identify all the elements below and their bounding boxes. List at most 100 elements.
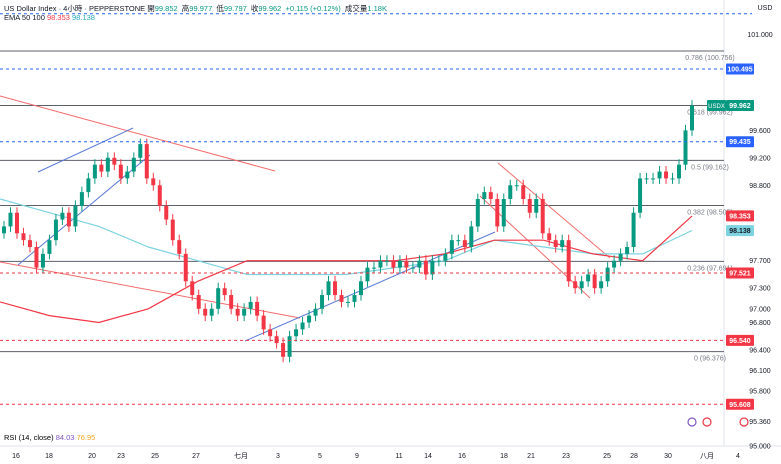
candle-body[interactable] (404, 260, 409, 268)
candle-body[interactable] (573, 281, 578, 289)
candle-body[interactable] (430, 260, 435, 275)
candle-body[interactable] (346, 301, 350, 303)
candle-body[interactable] (566, 240, 571, 282)
candle-body[interactable] (352, 295, 357, 302)
candle-body[interactable] (417, 260, 422, 268)
candle-body[interactable] (281, 343, 286, 357)
candle-body[interactable] (527, 198, 532, 213)
candle-body[interactable] (14, 212, 19, 234)
candle-body[interactable] (177, 240, 182, 254)
candle-body[interactable] (579, 281, 584, 289)
candle-body[interactable] (261, 315, 266, 330)
candle-body[interactable] (118, 164, 123, 179)
candle-body[interactable] (294, 329, 299, 337)
candle-body[interactable] (170, 219, 175, 241)
candle-body[interactable] (248, 301, 253, 309)
candle-body[interactable] (339, 295, 344, 302)
candle-body[interactable] (521, 185, 526, 199)
candle-body[interactable] (599, 281, 604, 289)
candle-body[interactable] (469, 226, 474, 248)
candle-body[interactable] (40, 253, 45, 268)
candle-body[interactable] (560, 240, 565, 248)
candle-body[interactable] (268, 329, 273, 337)
candle-body[interactable] (553, 240, 558, 248)
candle-body[interactable] (274, 336, 279, 344)
candle-body[interactable] (86, 178, 91, 193)
candle-body[interactable] (216, 288, 221, 309)
candle-body[interactable] (410, 267, 415, 269)
candle-body[interactable] (475, 198, 480, 227)
candle-body[interactable] (495, 198, 500, 227)
candle-body[interactable] (242, 308, 247, 316)
candle-body[interactable] (456, 240, 461, 242)
candle-body[interactable] (449, 240, 454, 254)
candle-body[interactable] (287, 336, 292, 357)
candle-body[interactable] (190, 281, 195, 296)
candle-body[interactable] (27, 240, 32, 248)
candle-body[interactable] (644, 178, 649, 180)
candle-body[interactable] (99, 164, 104, 172)
candle-body[interactable] (657, 171, 662, 179)
candle-body[interactable] (501, 198, 506, 227)
candle-body[interactable] (371, 267, 376, 269)
candle-body[interactable] (683, 130, 688, 165)
candle-body[interactable] (79, 192, 84, 206)
rsi-legend[interactable]: RSI (14, close) 84.03 76.95 (4, 433, 95, 442)
candle-body[interactable] (462, 240, 467, 248)
candle-body[interactable] (638, 178, 643, 213)
candle-body[interactable] (92, 164, 97, 179)
candle-body[interactable] (229, 295, 234, 309)
symbol-title[interactable]: US Dollar Index · 4小時 · PEPPERSTONE (4, 4, 145, 13)
candle-body[interactable] (378, 260, 383, 268)
candle-body[interactable] (592, 274, 597, 289)
candle-body[interactable] (631, 212, 636, 248)
candle-body[interactable] (625, 247, 630, 254)
candle-body[interactable] (47, 240, 52, 254)
candle-body[interactable] (255, 301, 260, 316)
candle-body[interactable] (34, 247, 39, 268)
candle-body[interactable] (60, 212, 65, 220)
economic-event-icon[interactable] (739, 417, 749, 427)
candle-body[interactable] (222, 288, 227, 296)
candle-body[interactable] (488, 192, 493, 199)
candle-body[interactable] (157, 185, 162, 206)
candle-body[interactable] (547, 233, 552, 241)
candle-body[interactable] (670, 178, 675, 180)
candle-body[interactable] (618, 253, 623, 261)
candle-body[interactable] (8, 212, 13, 227)
candle-body[interactable] (384, 260, 389, 262)
candle-body[interactable] (436, 260, 441, 262)
candle-body[interactable] (391, 260, 396, 268)
chart-canvas[interactable]: 0.786 (100.756)0.618 (99.962)0.5 (99.162… (0, 0, 781, 464)
candle-body[interactable] (105, 157, 110, 172)
candle-body[interactable] (183, 253, 188, 282)
candle-body[interactable] (196, 295, 201, 309)
candle-body[interactable] (586, 274, 591, 282)
candle-body[interactable] (112, 157, 117, 165)
candle-body[interactable] (651, 178, 656, 180)
candle-body[interactable] (235, 308, 240, 316)
candle-body[interactable] (21, 233, 26, 241)
candle-body[interactable] (66, 212, 71, 227)
candle-body[interactable] (2, 226, 6, 234)
candle-body[interactable] (333, 281, 338, 296)
candle-body[interactable] (677, 164, 682, 179)
candle-body[interactable] (209, 308, 214, 316)
candle-body[interactable] (358, 281, 363, 296)
candle-body[interactable] (664, 171, 669, 179)
candle-body[interactable] (138, 144, 143, 158)
candle-body[interactable] (203, 308, 208, 316)
ema-legend[interactable]: EMA 50 100 98.353 98.138 (4, 13, 95, 22)
candle-body[interactable] (514, 185, 519, 187)
candle-body[interactable] (443, 253, 448, 261)
candle-body[interactable] (326, 281, 331, 296)
candle-body[interactable] (423, 260, 428, 275)
candle-body[interactable] (131, 157, 136, 172)
candle-body[interactable] (508, 185, 513, 199)
candle-body[interactable] (690, 105, 694, 131)
candle-body[interactable] (125, 171, 130, 179)
candle-body[interactable] (612, 260, 617, 268)
candle-body[interactable] (482, 192, 487, 199)
candle-body[interactable] (313, 308, 318, 316)
candle-body[interactable] (534, 198, 539, 213)
